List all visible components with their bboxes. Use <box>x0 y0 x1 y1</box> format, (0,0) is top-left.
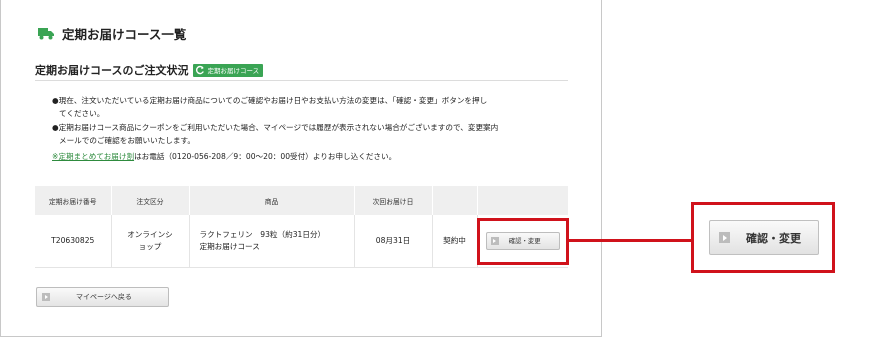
order-number: T20630825 <box>35 215 112 268</box>
callout-confirm-change-label: 確認・変更 <box>746 231 801 245</box>
product-line1: ラクトフェリン 93粒（約31日分） <box>199 230 326 239</box>
notice-text: ●現在、注文いただいている定期お届け商品についてのご確認やお届け日やお支払い方法… <box>52 94 572 163</box>
play-icon <box>490 237 499 245</box>
course-badge-label: 定期お届けコース <box>207 67 260 75</box>
notice-line-2b: メールでのご確認をお願いいたします。 <box>59 136 195 146</box>
order-type-line2: ョップ <box>138 242 162 251</box>
callout-confirm-change-button[interactable]: 確認・変更 <box>709 220 819 255</box>
course-badge: 定期お届けコース <box>193 63 264 77</box>
header-order-type: 注文区分 <box>111 186 190 215</box>
header-product: 商品 <box>189 186 355 215</box>
action-cell: 確認・変更 <box>477 215 568 268</box>
page-title: 定期お届けコース一覧 <box>62 26 187 42</box>
product-line2: 定期お届けコース <box>199 242 260 251</box>
play-icon <box>719 232 730 243</box>
section-title: 定期お届けコースのご注文状況 <box>35 64 189 77</box>
header-next-date: 次回お届け日 <box>354 186 433 215</box>
page-header: 定期お届けコース一覧 <box>38 24 186 42</box>
bulk-discount-link[interactable]: ※定期まとめてお届け割 <box>52 152 134 161</box>
header-action <box>477 186 568 215</box>
header-order-no: 定期お届け番号 <box>35 186 112 215</box>
contract-status: 契約中 <box>432 215 478 268</box>
order-type: オンラインシ ョップ <box>111 215 190 268</box>
next-delivery-date: 08月31日 <box>354 215 433 268</box>
product-name: ラクトフェリン 93粒（約31日分） 定期お届けコース <box>189 215 355 268</box>
callout-box: 確認・変更 <box>691 202 835 273</box>
notice-line-2: ●定期お届けコース商品にクーポンをご利用いただいた場合、マイページでは履歴が表示… <box>52 122 499 132</box>
truck-icon <box>38 28 54 40</box>
back-to-mypage-label: マイページへ戻る <box>76 293 132 301</box>
notice-line-1b: てください。 <box>59 109 105 119</box>
phone-info: はお電話（0120-056-208／9：00〜20：00受付）よりお申し込くださ… <box>134 151 397 161</box>
section-header: 定期お届けコースのご注文状況 定期お届けコース <box>35 60 568 81</box>
play-icon <box>42 293 50 301</box>
notice-line-1: ●現在、注文いただいている定期お届け商品についてのご確認やお届け日やお支払い方法… <box>52 96 488 105</box>
confirm-change-button[interactable]: 確認・変更 <box>485 232 560 250</box>
back-to-mypage-button[interactable]: マイページへ戻る <box>36 287 169 307</box>
table-header-row: 定期お届け番号 注文区分 商品 次回お届け日 <box>35 186 568 215</box>
header-status <box>432 186 478 215</box>
table-row: T20630825 オンラインシ ョップ ラクトフェリン 93粒（約31日分） 定期… <box>35 215 568 268</box>
refresh-icon <box>196 65 205 75</box>
confirm-change-label: 確認・変更 <box>508 237 541 245</box>
order-type-line1: オンラインシ <box>127 230 173 239</box>
main-panel: 定期お届けコース一覧 定期お届けコースのご注文状況 定期お届けコース ●現在、注… <box>0 0 602 337</box>
callout-connector <box>568 239 692 242</box>
orders-table: 定期お届け番号 注文区分 商品 次回お届け日 T20630825 オンラインショ… <box>35 186 568 268</box>
